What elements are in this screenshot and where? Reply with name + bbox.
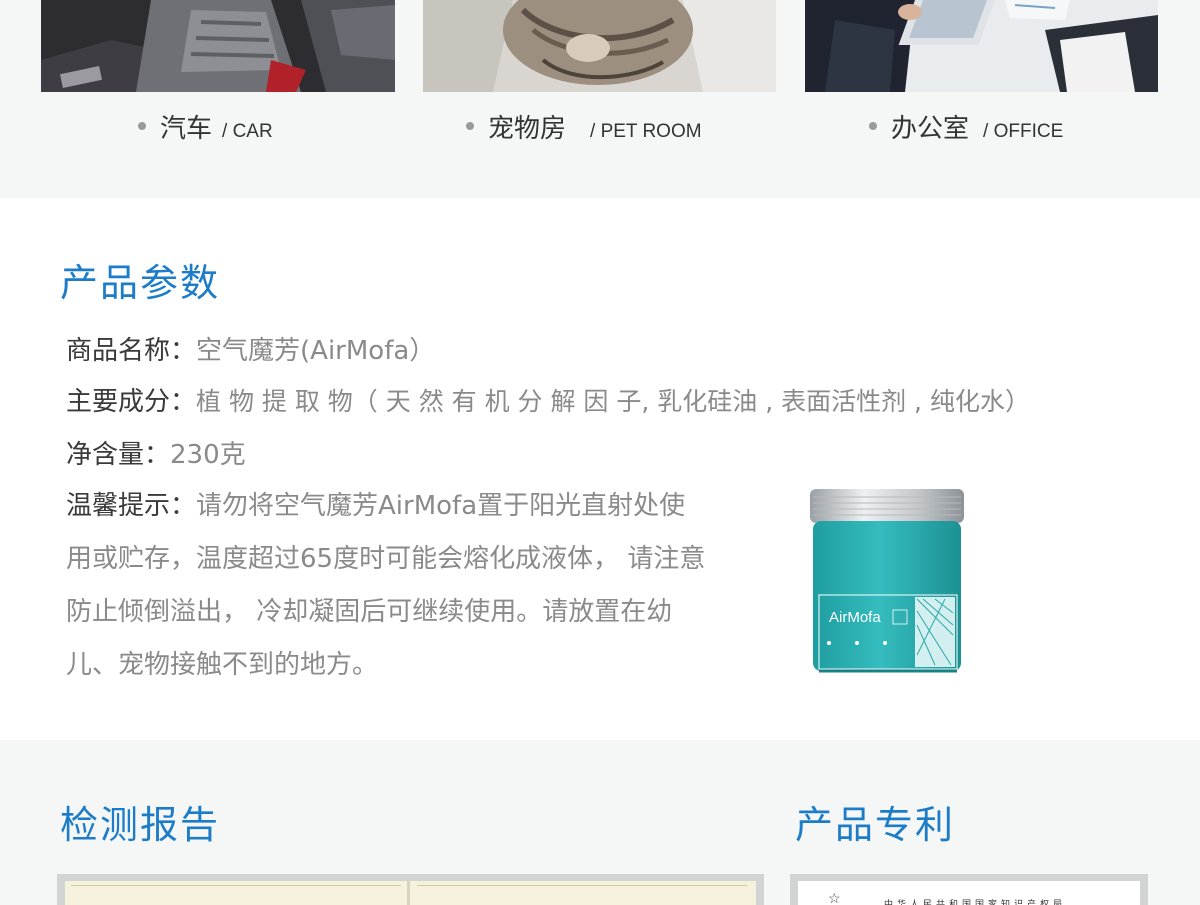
param-label: 净含量：	[66, 440, 171, 470]
product-params-section: 产品参数 商品名称：空气魔芳(AirMofa） 主要成分：植 物 提 取 物（ …	[0, 198, 1200, 740]
section-title-params: 产品参数	[60, 261, 221, 305]
jar-brand-text: AirMofa	[829, 609, 881, 626]
scenario-caption-car: 汽车 / CAR	[138, 108, 273, 145]
car-scene-image	[41, 0, 395, 92]
scenario-caption-pet: 宠物房 / PET ROOM	[466, 108, 702, 145]
param-label: 温馨提示：	[66, 491, 197, 521]
patent-image: ☆ 中华人民共和国国家知识产权局	[790, 874, 1148, 905]
param-value: 230克	[170, 440, 246, 470]
patent-header-text: 中华人民共和国国家知识产权局	[884, 900, 1067, 905]
param-ingredients-row: 主要成分：植 物 提 取 物（ 天 然 有 机 分 解 因 子, 乳化硅油 , …	[66, 381, 1030, 418]
pet-scene-image	[423, 0, 776, 92]
param-tip-block: 温馨提示：请勿将空气魔芳AirMofa置于阳光直射处使用或贮存，温度超过65度时…	[66, 480, 706, 692]
param-value: 植 物 提 取 物（ 天 然 有 机 分 解 因 子, 乳化硅油 , 表面活性剂…	[196, 387, 1030, 416]
scenario-title: 宠物房	[488, 114, 567, 144]
test-report-image	[57, 874, 764, 905]
scenario-subtitle: / PET ROOM	[590, 121, 702, 142]
bullet-icon	[869, 122, 877, 130]
scenario-caption-office: 办公室 / OFFICE	[869, 108, 1063, 145]
param-name-row: 商品名称：空气魔芳(AirMofa）	[66, 330, 435, 367]
scenario-title: 汽车	[160, 114, 213, 144]
section-title-patent: 产品专利	[795, 803, 956, 847]
product-jar-image: AirMofa	[805, 485, 969, 685]
patent-emblem-icon: ☆	[828, 891, 841, 905]
scenario-subtitle: / CAR	[222, 121, 273, 142]
scenario-title: 办公室	[891, 114, 970, 144]
bullet-icon	[466, 122, 474, 130]
office-scene-image	[805, 0, 1158, 92]
bullet-icon	[138, 122, 146, 130]
param-weight-row: 净含量：230克	[66, 434, 246, 471]
scenario-subtitle: / OFFICE	[983, 121, 1064, 142]
param-label: 主要成分：	[66, 387, 197, 417]
param-label: 商品名称：	[66, 336, 197, 366]
param-value: 空气魔芳(AirMofa）	[196, 336, 436, 366]
certification-section: 检测报告 产品专利 ☆ 中华人民共和国国家知识产权局	[0, 740, 1200, 905]
scenario-section: 汽车 / CAR 宠物房 / PET ROOM 办公室 / OFFICE	[0, 0, 1200, 198]
section-title-report: 检测报告	[60, 803, 221, 847]
